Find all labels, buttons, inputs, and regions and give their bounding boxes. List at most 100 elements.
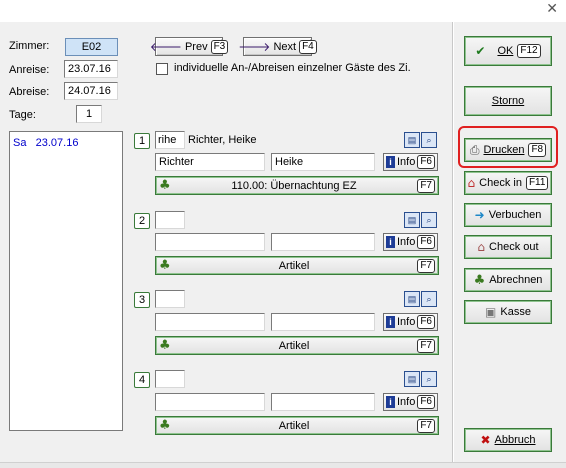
check-in-label: Check in (479, 177, 522, 189)
info-icon: i (386, 156, 395, 168)
close-icon[interactable]: ✕ (546, 1, 558, 17)
article-key: F7 (417, 258, 435, 273)
guest-2-title-field[interactable] (155, 211, 185, 229)
house-in-icon: ⌂ (467, 176, 476, 190)
abbruch-button[interactable]: ✖ Abbruch (464, 428, 552, 452)
prev-button[interactable]: 🡐 Prev F3 (150, 37, 229, 56)
title-bar (0, 0, 566, 22)
guest-2-table-icon[interactable]: ▤ (404, 212, 420, 228)
abrechnen-label: Abrechnen (489, 274, 543, 286)
tage-field[interactable]: 1 (76, 105, 102, 123)
zimmer-field[interactable]: E02 (65, 38, 118, 56)
guest-2-firstname-field[interactable] (271, 233, 375, 251)
guest-2-search-icon[interactable]: ⌕ (421, 212, 437, 228)
guest-2-lastname-field[interactable] (155, 233, 265, 251)
tree-icon: ♣ (159, 338, 171, 353)
house-out-icon: ⌂ (477, 240, 486, 254)
guest-4-search-icon[interactable]: ⌕ (421, 371, 437, 387)
tree-icon: ♣ (159, 178, 171, 193)
date: 23.07.16 (35, 137, 79, 149)
guest-3-firstname-field[interactable] (271, 313, 375, 331)
info-icon: i (386, 316, 395, 328)
ok-key: F12 (517, 44, 541, 58)
info-label: Info (396, 156, 416, 168)
info-key: F6 (417, 235, 435, 249)
guest-3-number: 3 (134, 292, 150, 308)
arrow-right-icon: ➜ (474, 208, 485, 222)
next-button[interactable]: 🡒 Next F4 (238, 37, 317, 56)
day-list[interactable]: Sa 23.07.16 (9, 131, 123, 431)
tree-icon: ♣ (473, 272, 486, 288)
article-key: F7 (417, 338, 435, 353)
check-out-button[interactable]: ⌂ Check out (464, 235, 552, 259)
abreise-field[interactable]: 24.07.16 (64, 82, 118, 100)
guest-2-article-button[interactable]: ♣ Artikel F7 (155, 256, 439, 275)
abbruch-label: Abbruch (494, 434, 536, 446)
guest-4-article-button[interactable]: ♣ Artikel F7 (155, 416, 439, 435)
guest-1-table-icon[interactable]: ▤ (404, 132, 420, 148)
individual-checkbox-label: individuelle An-/Abreisen einzelner Gäst… (174, 62, 411, 74)
drucken-button[interactable]: ⎙ Drucken F8 (464, 138, 552, 162)
info-label: Info (396, 316, 416, 328)
arrow-right-icon: 🡒 (238, 39, 271, 54)
zimmer-label: Zimmer: (9, 40, 50, 52)
check-in-key: F11 (525, 176, 549, 190)
guest-4-lastname-field[interactable] (155, 393, 265, 411)
article-key: F7 (417, 418, 435, 433)
guest-3-title-field[interactable] (155, 290, 185, 308)
guest-3-article-button[interactable]: ♣ Artikel F7 (155, 336, 439, 355)
guest-1-number: 1 (134, 133, 150, 149)
arrow-left-icon: 🡐 (149, 39, 182, 54)
guest-3-info-button[interactable]: i Info F6 (383, 313, 438, 331)
info-label: Info (396, 396, 416, 408)
check-in-button[interactable]: ⌂ Check in F11 (464, 171, 552, 195)
article-key: F7 (417, 178, 435, 193)
guest-2-number: 2 (134, 213, 150, 229)
weekday: Sa (13, 137, 27, 149)
anreise-label: Anreise: (9, 64, 50, 76)
guest-3-table-icon[interactable]: ▤ (404, 291, 420, 307)
article-label: Artikel (278, 339, 310, 352)
guest-3-lastname-field[interactable] (155, 313, 265, 331)
cancel-x-icon: ✖ (480, 433, 491, 447)
guest-4-title-field[interactable] (155, 370, 185, 388)
tree-icon: ♣ (159, 418, 171, 433)
anreise-field[interactable]: 23.07.16 (64, 60, 118, 78)
individual-checkbox[interactable] (156, 63, 168, 75)
guest-2-info-button[interactable]: i Info F6 (383, 233, 438, 251)
verbuchen-label: Verbuchen (488, 209, 542, 221)
info-label: Info (396, 236, 416, 248)
next-label: Next (273, 40, 297, 53)
ok-button[interactable]: ✔ OK F12 (464, 36, 552, 66)
next-key: F4 (299, 39, 317, 54)
guest-4-info-button[interactable]: i Info F6 (383, 393, 438, 411)
guest-3-search-icon[interactable]: ⌕ (421, 291, 437, 307)
check-out-label: Check out (489, 241, 539, 253)
abrechnen-button[interactable]: ♣ Abrechnen (464, 268, 552, 292)
prev-key: F3 (210, 39, 229, 54)
storno-button[interactable]: Storno (464, 86, 552, 116)
kasse-label: Kasse (500, 306, 531, 318)
storno-label: Storno (491, 95, 525, 107)
tage-label: Tage: (9, 109, 36, 121)
article-label: Artikel (278, 419, 310, 432)
info-icon: i (386, 396, 395, 408)
kasse-button[interactable]: ▣ Kasse (464, 300, 552, 324)
printer-icon: ⎙ (469, 143, 480, 157)
info-key: F6 (417, 155, 435, 169)
guest-1-lastname-field[interactable]: Richter (155, 153, 265, 171)
drucken-label: Drucken (483, 144, 525, 156)
article-label: 110.00: Übernachtung EZ (231, 179, 357, 192)
guest-4-firstname-field[interactable] (271, 393, 375, 411)
guest-1-search-icon[interactable]: ⌕ (421, 132, 437, 148)
checkmark-icon: ✔ (475, 44, 486, 58)
guest-1-firstname-field[interactable]: Heike (271, 153, 375, 171)
list-item[interactable]: Sa 23.07.16 (13, 137, 78, 149)
ok-label: OK (497, 45, 514, 57)
verbuchen-button[interactable]: ➜ Verbuchen (464, 203, 552, 227)
guest-1-title-field[interactable]: rihe (155, 131, 185, 149)
guest-4-table-icon[interactable]: ▤ (404, 371, 420, 387)
article-label: Artikel (278, 259, 310, 272)
guest-1-info-button[interactable]: i Info F6 (383, 153, 438, 171)
guest-1-article-button[interactable]: ♣ 110.00: Übernachtung EZ F7 (155, 176, 439, 195)
